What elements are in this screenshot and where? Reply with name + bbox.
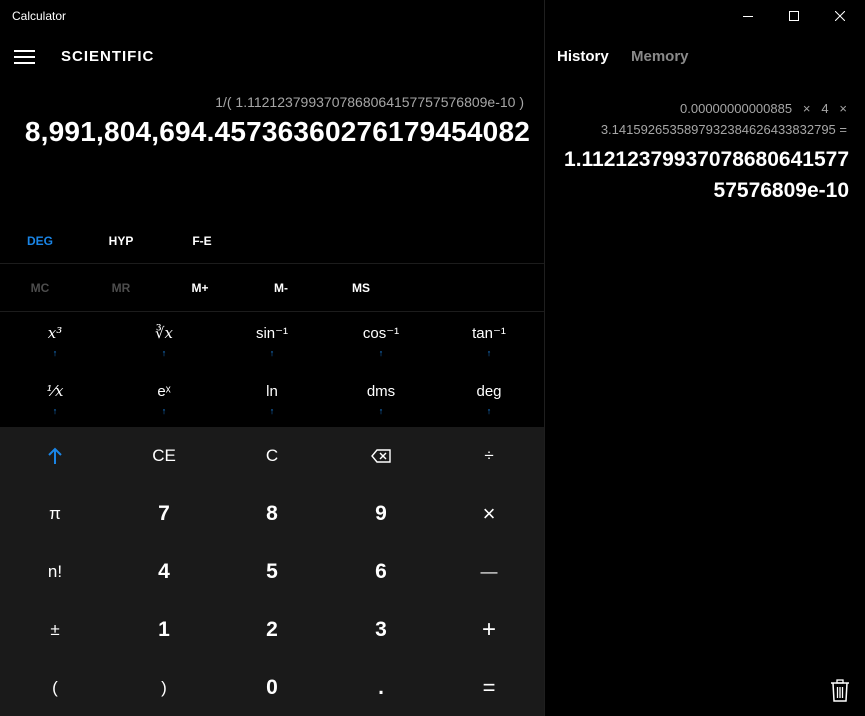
- mode-title: SCIENTIFIC: [61, 48, 155, 65]
- ln-button[interactable]: ln ↑: [218, 370, 326, 428]
- shift-indicator-icon: ↑: [52, 406, 58, 416]
- hamburger-icon: [14, 50, 35, 52]
- fe-button[interactable]: F-E: [162, 218, 242, 264]
- pi-button[interactable]: π: [1, 485, 109, 542]
- shift-indicator-icon: ↑: [378, 348, 384, 358]
- memory-store-button[interactable]: MS: [321, 264, 401, 312]
- shift-indicator-icon: ↑: [269, 348, 275, 358]
- digit-4-button[interactable]: 4: [110, 543, 218, 600]
- hyp-button[interactable]: HYP: [81, 218, 161, 264]
- calculator-pane: SCIENTIFIC 1/( 1.11212379937078680641577…: [0, 32, 544, 716]
- clear-history-button[interactable]: [829, 679, 851, 703]
- shift-indicator-icon: ↑: [161, 405, 167, 416]
- plus-button[interactable]: +: [435, 601, 543, 658]
- clear-button[interactable]: C: [218, 427, 326, 484]
- minimize-button[interactable]: [725, 0, 771, 32]
- equals-button[interactable]: =: [435, 659, 543, 716]
- scientific-functions: x³ ↑ ∛x ↑ sin⁻¹ ↑ cos⁻¹ ↑ tan⁻¹ ↑ ¹⁄x ↑: [0, 312, 544, 428]
- title-bar[interactable]: Calculator: [0, 0, 865, 32]
- close-button[interactable]: [817, 0, 863, 32]
- expression-display: 1/( 1.1121237993707868064157757576809e-1…: [215, 94, 524, 110]
- multiply-button[interactable]: ×: [435, 485, 543, 542]
- minus-button[interactable]: —: [435, 543, 543, 600]
- arccos-label: cos⁻¹: [362, 325, 400, 342]
- history-pane: History Memory 0.00000000000885 × 4 × 3.…: [545, 32, 865, 716]
- cube-root-label: ∛x: [154, 324, 174, 342]
- calculator-window: Calculator SCIENTIFIC 1/( 1.112123799370…: [0, 0, 865, 716]
- shift-indicator-icon: ↑: [52, 348, 58, 358]
- dms-button[interactable]: dms ↑: [327, 370, 435, 428]
- angle-unit-button[interactable]: DEG: [0, 218, 80, 264]
- angle-row: DEG HYP F-E: [0, 218, 544, 264]
- close-icon: [835, 11, 845, 21]
- exp-label: eˣ: [157, 382, 171, 400]
- divide-button[interactable]: ÷: [435, 427, 543, 484]
- memory-row: MC MR M+ M- MS: [0, 264, 544, 312]
- shift-indicator-icon: ↑: [378, 405, 384, 416]
- hamburger-icon-line: [14, 62, 35, 64]
- tab-history[interactable]: History: [557, 48, 609, 65]
- memory-clear-button[interactable]: MC: [0, 264, 80, 312]
- tab-memory[interactable]: Memory: [631, 48, 689, 65]
- digit-1-button[interactable]: 1: [110, 601, 218, 658]
- shift-indicator-icon: ↑: [486, 348, 492, 358]
- maximize-button[interactable]: [771, 0, 817, 32]
- deg-button[interactable]: deg ↑: [435, 370, 543, 428]
- decimal-button[interactable]: .: [327, 659, 435, 716]
- arctan-button[interactable]: tan⁻¹ ↑: [435, 312, 543, 370]
- history-expression-line: 3.1415926535897932384626433832795 =: [600, 122, 847, 137]
- history-expression-line: 0.00000000000885 × 4 ×: [680, 101, 847, 116]
- digit-0-button[interactable]: 0: [218, 659, 326, 716]
- minimize-icon: [743, 16, 753, 17]
- memory-add-button[interactable]: M+: [160, 264, 240, 312]
- reciprocal-button[interactable]: ¹⁄x ↑: [1, 370, 109, 428]
- digit-3-button[interactable]: 3: [327, 601, 435, 658]
- cube-label: x³: [47, 324, 63, 342]
- deg-label: deg: [476, 382, 502, 400]
- arccos-button[interactable]: cos⁻¹ ↑: [327, 312, 435, 370]
- digit-6-button[interactable]: 6: [327, 543, 435, 600]
- cube-button[interactable]: x³ ↑: [1, 312, 109, 370]
- ln-label: ln: [266, 382, 278, 400]
- backspace-icon: [371, 448, 391, 463]
- arcsin-label: sin⁻¹: [255, 325, 289, 342]
- arctan-label: tan⁻¹: [472, 325, 506, 342]
- app-title: Calculator: [12, 9, 67, 23]
- memory-subtract-button[interactable]: M-: [241, 264, 321, 312]
- dms-label: dms: [366, 382, 396, 400]
- digit-9-button[interactable]: 9: [327, 485, 435, 542]
- negate-button[interactable]: ±: [1, 601, 109, 658]
- keypad: CE C ÷ π 7 8 9 × n! 4 5 6 — ± 1 2 3 + ( …: [0, 427, 544, 716]
- trash-icon: [831, 679, 849, 702]
- history-expression: 0.00000000000885 × 4 × 3.141592653589793…: [557, 98, 847, 140]
- digit-8-button[interactable]: 8: [218, 485, 326, 542]
- arcsin-button[interactable]: sin⁻¹ ↑: [218, 312, 326, 370]
- shift-indicator-icon: ↑: [486, 405, 492, 416]
- cube-root-button[interactable]: ∛x ↑: [110, 312, 218, 370]
- shift-indicator-icon: ↑: [161, 348, 167, 358]
- memory-recall-button[interactable]: MR: [81, 264, 161, 312]
- result-display: 8,991,804,694.4573636027617945408​2: [24, 116, 530, 147]
- reciprocal-label: ¹⁄x: [46, 382, 64, 400]
- shift-indicator-icon: ↑: [269, 405, 275, 416]
- maximize-icon: [789, 11, 799, 21]
- digit-7-button[interactable]: 7: [110, 485, 218, 542]
- arrow-up-icon: [48, 447, 62, 464]
- open-paren-button[interactable]: (: [1, 659, 109, 716]
- shift-button[interactable]: [1, 427, 109, 484]
- digit-2-button[interactable]: 2: [218, 601, 326, 658]
- history-result: 1.11212379937078680641577575768​09e-10: [564, 148, 849, 202]
- hamburger-icon-line: [14, 56, 35, 58]
- backspace-button[interactable]: [327, 427, 435, 484]
- close-paren-button[interactable]: ): [110, 659, 218, 716]
- clear-entry-button[interactable]: CE: [110, 427, 218, 484]
- factorial-button[interactable]: n!: [1, 543, 109, 600]
- exp-button[interactable]: eˣ ↑: [110, 370, 218, 428]
- digit-5-button[interactable]: 5: [218, 543, 326, 600]
- navigation-menu-button[interactable]: [14, 48, 36, 64]
